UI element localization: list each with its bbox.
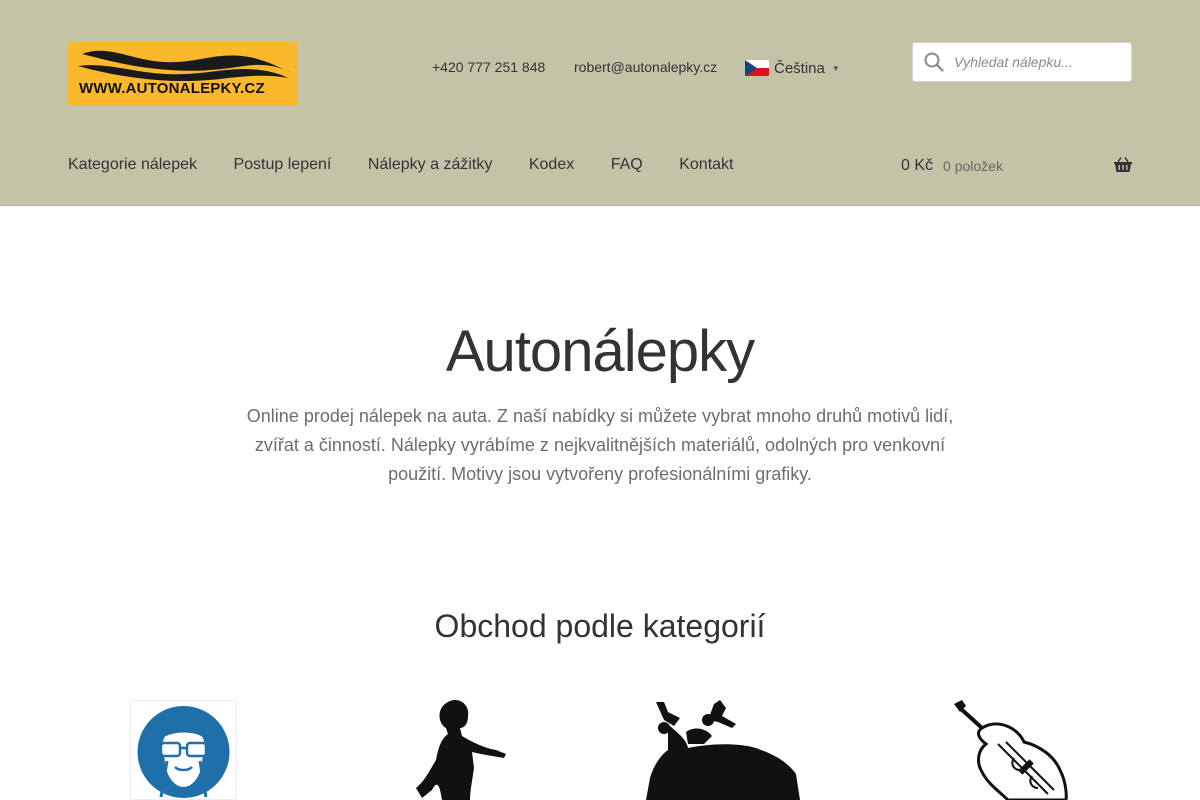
safety-goggles-sign-icon [137,706,230,798]
search-icon[interactable] [924,52,944,72]
page-title: Autonálepky [445,319,755,384]
hero-description: Online prodej nálepek na auta. Z naší na… [246,406,954,484]
search-box [912,42,1132,82]
cart-amount: 0 Kč [901,157,934,174]
search-input[interactable] [954,54,1119,70]
cart-widget[interactable]: 0 Kč 0 položek [901,156,1132,176]
nav-item-kontakt[interactable]: Kontakt [679,156,733,174]
basket-icon[interactable] [1114,157,1132,173]
caret-down-icon: ▼ [831,63,840,73]
nav-item-nalepky-a-zazitky[interactable]: Nálepky a zážitky [368,156,493,174]
main-nav: Kategorie nálepek Postup lepení Nálepky … [68,156,770,174]
categories-heading: Obchod podle kategorií [434,608,766,644]
site-header: WWW.AUTONALEPKY.CZ +420 777 251 848 robe… [0,0,1200,206]
logo-text: WWW.AUTONALEPKY.CZ [79,80,265,97]
category-music[interactable] [948,698,1078,800]
language-label: Čeština [774,59,825,77]
category-motorcycles[interactable] [646,698,806,800]
cello-icon [954,700,1068,800]
email-address[interactable]: robert@autonalepky.cz [574,59,717,75]
category-safety-goggles[interactable] [130,700,237,800]
language-switcher[interactable]: Čeština ▼ [745,57,840,79]
nav-item-postup-lepeni[interactable]: Postup lepení [233,156,331,174]
cart-count: 0 položek [943,158,1003,174]
site-logo[interactable]: WWW.AUTONALEPKY.CZ [68,42,298,105]
motorcycle-icon [646,700,800,800]
phone-number[interactable]: +420 777 251 848 [432,59,545,75]
czech-flag-icon [745,60,769,76]
child-silhouette-icon [416,699,506,800]
nav-item-kategorie[interactable]: Kategorie nálepek [68,156,197,174]
category-children[interactable] [412,698,512,800]
nav-item-faq[interactable]: FAQ [611,156,643,174]
nav-item-kodex[interactable]: Kodex [529,156,574,174]
